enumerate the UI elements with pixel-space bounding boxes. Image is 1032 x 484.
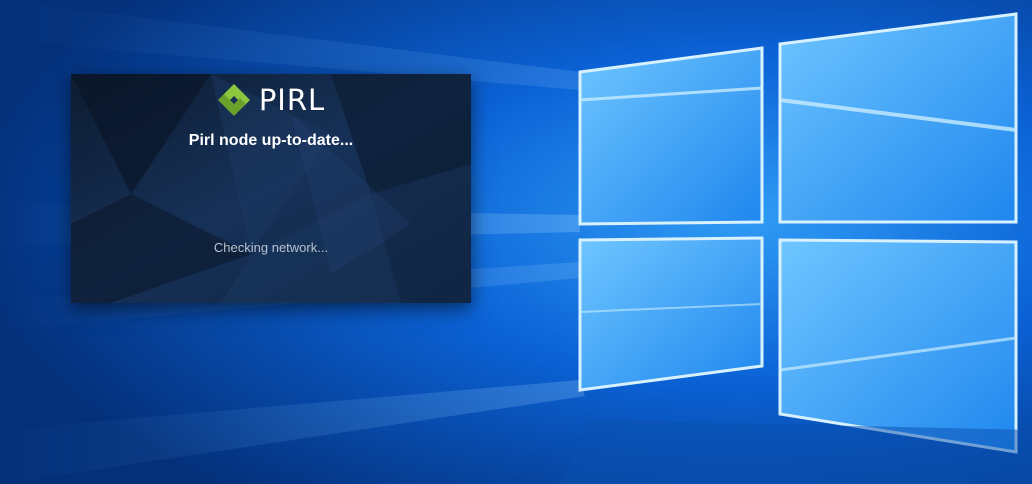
desktop: PIRL Pirl node up-to-date... Checking ne… [0, 0, 1032, 484]
status-title: Pirl node up-to-date... [188, 132, 354, 149]
splash-window: PIRL Pirl node up-to-date... Checking ne… [71, 74, 471, 303]
pirl-logo-icon [217, 84, 250, 116]
app-name: PIRL [258, 83, 326, 117]
status-message: Checking network... [213, 240, 329, 255]
brand-header: PIRL [71, 82, 471, 118]
